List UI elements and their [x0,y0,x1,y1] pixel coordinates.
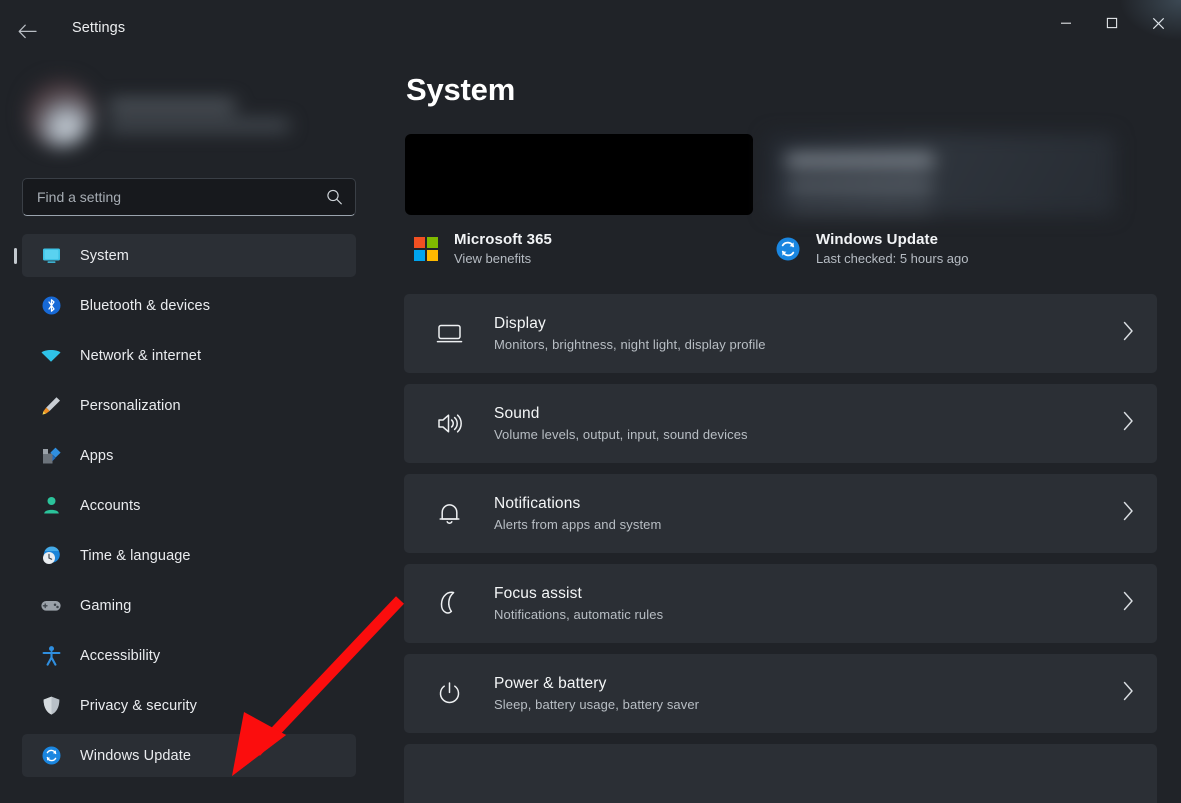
sidebar-item-label: Personalization [80,398,181,414]
shield-icon [40,695,62,717]
sidebar-item-time-language[interactable]: Time & language [22,534,356,577]
moon-icon [434,589,464,619]
display-icon [434,319,464,349]
bluetooth-icon [40,295,62,317]
row-subtitle: Monitors, brightness, night light, displ… [494,337,1121,352]
sidebar-item-label: System [80,248,129,264]
avatar [26,79,94,147]
title-bar: Settings [0,0,1181,60]
row-title: Display [494,315,1121,333]
sidebar-item-accessibility[interactable]: Accessibility [22,634,356,677]
maximize-icon [1106,17,1118,29]
search-input[interactable] [22,178,356,216]
minimize-button[interactable] [1043,0,1089,46]
sidebar-item-label: Windows Update [80,748,191,764]
refresh-icon [40,745,62,767]
row-title: Power & battery [494,675,1121,693]
search-container [22,178,356,216]
user-name-blur [108,100,236,111]
sidebar-item-label: Accessibility [80,648,160,664]
power-icon [434,679,464,709]
sidebar-item-label: Privacy & security [80,698,197,714]
paintbrush-icon [40,395,62,417]
settings-row-power-battery[interactable]: Power & battery Sleep, battery usage, ba… [404,654,1157,733]
row-title: Sound [494,405,1121,423]
row-subtitle: Volume levels, output, input, sound devi… [494,427,1121,442]
sidebar-item-label: Gaming [80,598,131,614]
sidebar-item-apps[interactable]: Apps [22,434,356,477]
bell-icon [434,499,464,529]
card-windows-update[interactable]: Windows Update Last checked: 5 hours ago [767,134,1115,266]
monitor-icon [40,245,62,267]
chevron-right-icon [1121,410,1135,437]
chevron-right-icon [1121,500,1135,527]
row-title: Focus assist [494,585,1121,603]
settings-window: Settings [0,0,1181,803]
sidebar-item-windows-update[interactable]: Windows Update [22,734,356,777]
settings-list: Display Monitors, brightness, night ligh… [404,294,1157,803]
settings-row-display[interactable]: Display Monitors, brightness, night ligh… [404,294,1157,373]
chevron-right-icon [1121,680,1135,707]
maximize-button[interactable] [1089,0,1135,46]
main-content: System Mi [378,60,1181,803]
sidebar-item-gaming[interactable]: Gaming [22,584,356,627]
speaker-icon [434,409,464,439]
window-controls [1043,0,1181,46]
gamepad-icon [40,595,62,617]
microsoft-logo-icon [411,234,441,264]
row-title: Notifications [494,495,1121,513]
user-profile[interactable] [20,64,358,162]
clock-globe-icon [40,545,62,567]
sidebar-item-network-internet[interactable]: Network & internet [22,334,356,377]
back-arrow-icon [18,24,37,39]
chevron-right-icon [1121,590,1135,617]
back-button[interactable] [10,14,44,48]
card-artwork [405,134,753,215]
close-icon [1152,17,1165,30]
apps-icon [40,445,62,467]
chevron-right-icon [1121,320,1135,347]
close-button[interactable] [1135,0,1181,46]
settings-row-sound[interactable]: Sound Volume levels, output, input, soun… [404,384,1157,463]
card-subtitle: Last checked: 5 hours ago [816,251,969,266]
window-title: Settings [72,20,125,36]
settings-row-notifications[interactable]: Notifications Alerts from apps and syste… [404,474,1157,553]
sidebar: System Bluetooth & devices [0,60,378,803]
page-title: System [406,72,1157,108]
settings-row-focus-assist[interactable]: Focus assist Notifications, automatic ru… [404,564,1157,643]
card-artwork-redacted [767,134,1115,215]
row-subtitle: Sleep, battery usage, battery saver [494,697,1121,712]
sidebar-item-personalization[interactable]: Personalization [22,384,356,427]
settings-row-partial[interactable] [404,744,1157,803]
refresh-icon [773,234,803,264]
sidebar-item-label: Bluetooth & devices [80,298,210,314]
sidebar-item-label: Apps [80,448,113,464]
sidebar-nav: System Bluetooth & devices [0,234,378,777]
sidebar-item-system[interactable]: System [22,234,356,277]
sidebar-item-privacy-security[interactable]: Privacy & security [22,684,356,727]
sidebar-item-label: Accounts [80,498,140,514]
row-subtitle: Alerts from apps and system [494,517,1121,532]
info-cards: Microsoft 365 View benefits [405,134,1157,266]
card-title: Windows Update [816,231,969,248]
sidebar-item-bluetooth-devices[interactable]: Bluetooth & devices [22,284,356,327]
accessibility-icon [40,645,62,667]
minimize-icon [1060,17,1072,29]
sidebar-item-label: Network & internet [80,348,201,364]
row-subtitle: Notifications, automatic rules [494,607,1121,622]
user-name-redacted [108,96,290,131]
person-icon [40,495,62,517]
wifi-icon [40,345,62,367]
sidebar-item-accounts[interactable]: Accounts [22,484,356,527]
user-email-blur [108,120,290,131]
sidebar-item-label: Time & language [80,548,191,564]
card-microsoft-365[interactable]: Microsoft 365 View benefits [405,134,753,266]
card-title: Microsoft 365 [454,231,552,248]
card-subtitle: View benefits [454,251,552,266]
